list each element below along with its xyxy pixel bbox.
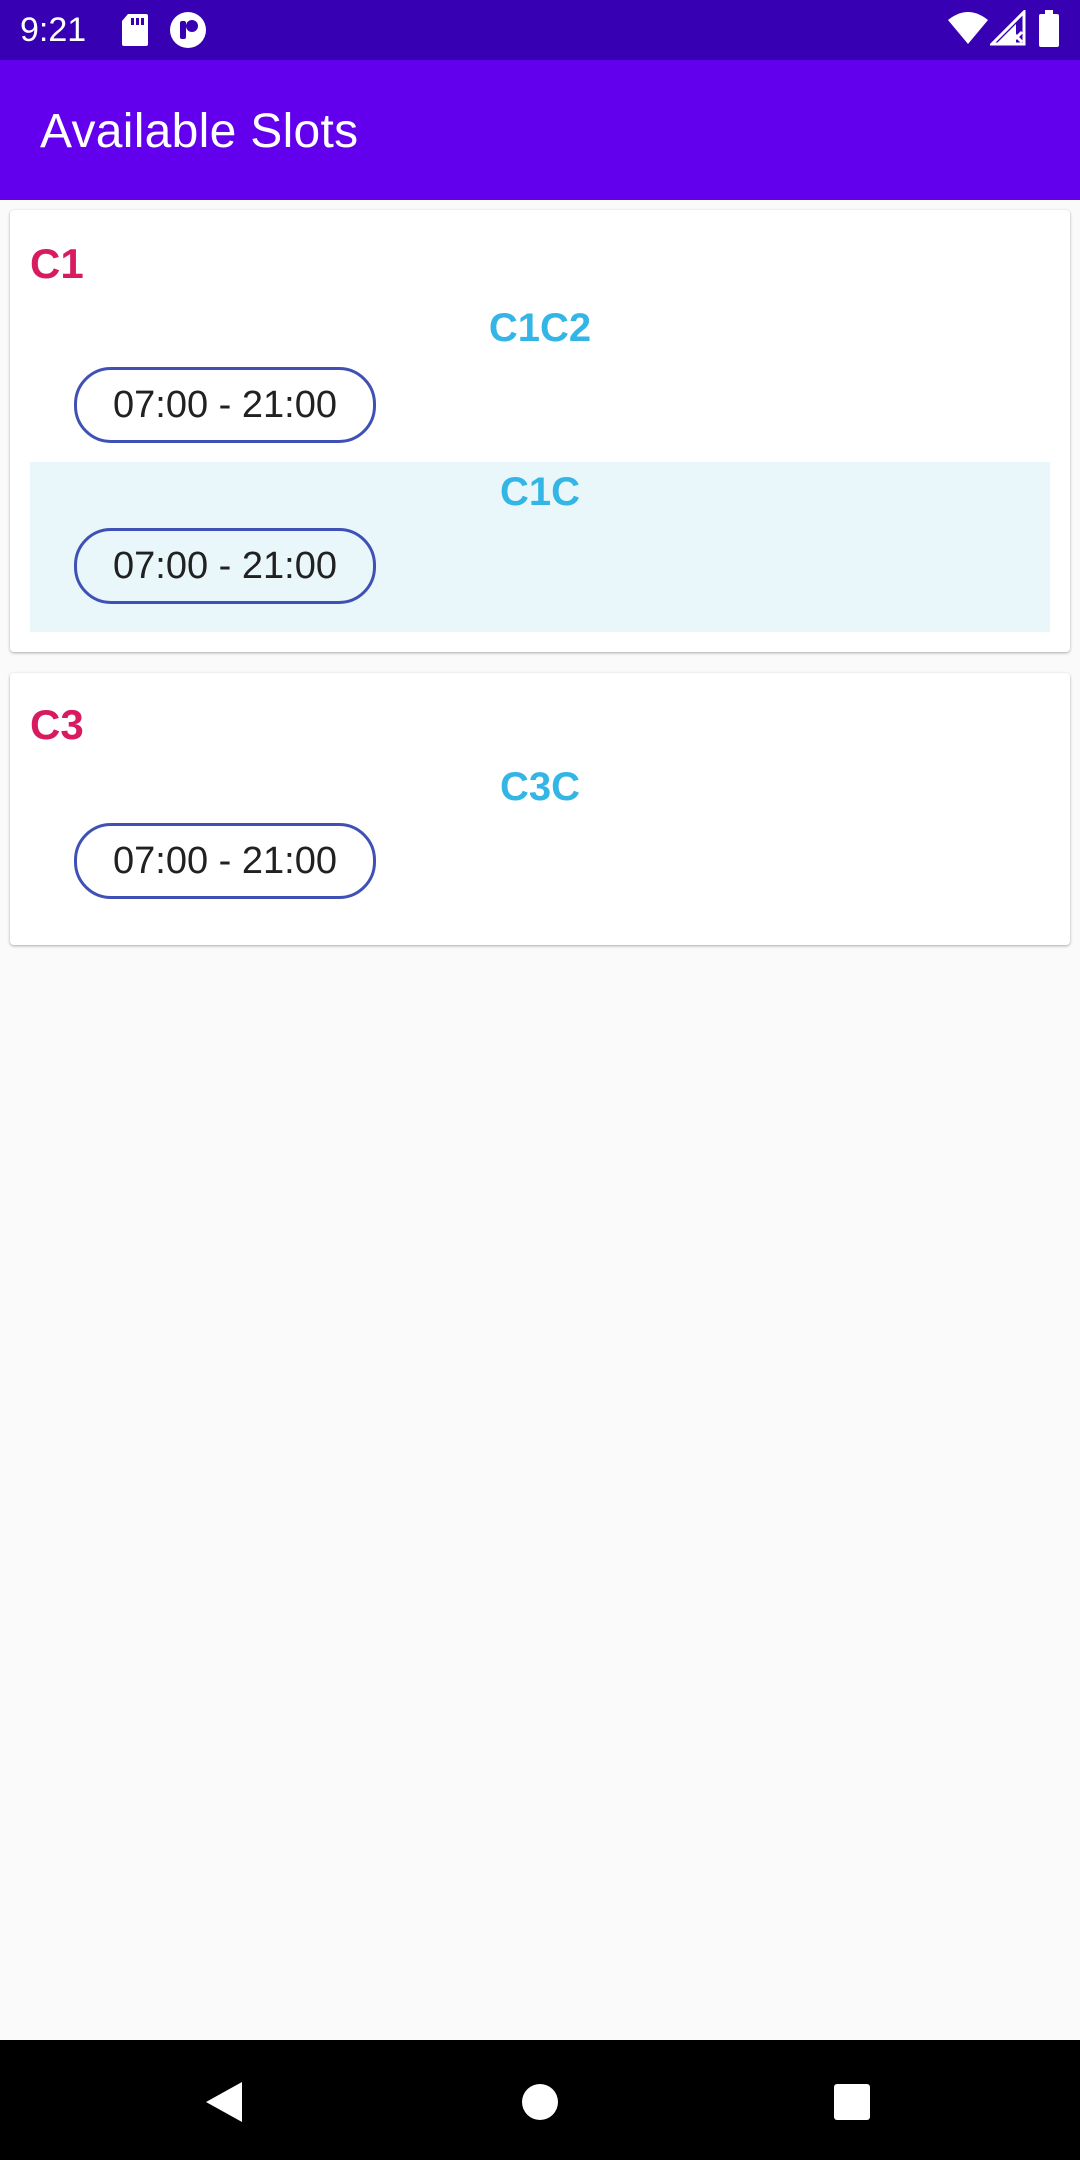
navigation-bar bbox=[0, 2040, 1080, 2160]
page-title: Available Slots bbox=[40, 105, 359, 158]
slot-section-c1c2: C1C2 07:00 - 21:00 bbox=[30, 294, 1050, 462]
section-title: C1C bbox=[499, 470, 581, 514]
home-icon[interactable] bbox=[520, 2082, 560, 2127]
slot-card-c3: C3 C3C 07:00 - 21:00 bbox=[10, 673, 1070, 945]
app-notification-icon bbox=[168, 10, 208, 55]
card-title: C3 bbox=[30, 701, 84, 748]
status-bar: 9:21 bbox=[0, 0, 1080, 60]
section-title: C1C2 bbox=[488, 306, 592, 350]
section-title: C3C bbox=[499, 765, 581, 809]
time-slot-chip[interactable]: 07:00 - 21:00 bbox=[74, 367, 376, 443]
app-bar: Available Slots bbox=[0, 60, 1080, 200]
time-slot-chip[interactable]: 07:00 - 21:00 bbox=[74, 528, 376, 604]
signal-icon bbox=[988, 8, 1026, 51]
slot-card-c1: C1 C1C2 07:00 - 21:00 C1C 07:00 - 21:00 bbox=[10, 210, 1070, 652]
sd-card-icon bbox=[120, 12, 150, 53]
recents-icon[interactable] bbox=[832, 2082, 872, 2127]
slot-section-c1c: C1C 07:00 - 21:00 bbox=[30, 462, 1050, 632]
card-title: C1 bbox=[30, 240, 84, 287]
time-slot-chip[interactable]: 07:00 - 21:00 bbox=[74, 823, 376, 899]
battery-icon bbox=[1038, 10, 1060, 53]
back-icon[interactable] bbox=[204, 2080, 244, 2129]
status-time: 9:21 bbox=[20, 11, 87, 49]
wifi-icon bbox=[948, 10, 988, 51]
slot-section-c3c: C3C 07:00 - 21:00 bbox=[30, 757, 1050, 927]
